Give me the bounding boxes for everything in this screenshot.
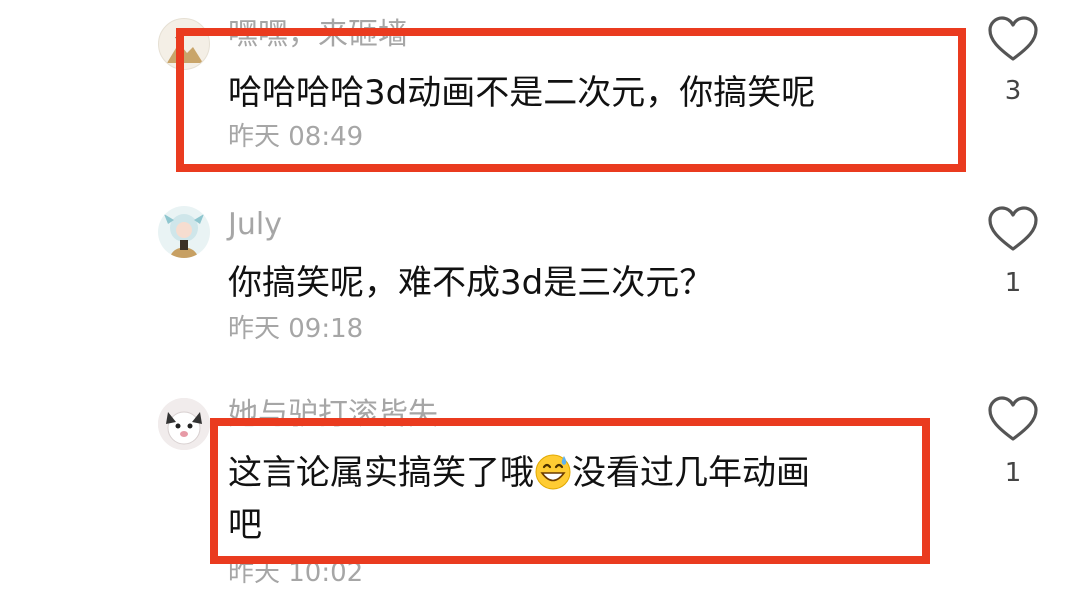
avatar-image-icon	[164, 214, 204, 258]
like-count: 3	[1004, 76, 1022, 106]
avatar[interactable]	[158, 206, 210, 258]
heart-icon	[988, 16, 1038, 61]
highlight-box	[176, 28, 966, 172]
heart-icon	[988, 396, 1038, 441]
like-button[interactable]	[986, 204, 1040, 254]
like-button[interactable]	[986, 14, 1040, 64]
comment-item: July 你搞笑呢，难不成3d是三次元？ 昨天 09:18 1	[0, 190, 1080, 360]
comment-text: 你搞笑呢，难不成3d是三次元？	[228, 263, 714, 303]
like-button[interactable]	[986, 394, 1040, 444]
highlight-box	[210, 418, 930, 564]
avatar-image-icon	[158, 398, 210, 450]
heart-icon	[988, 206, 1038, 251]
comment-timestamp: 昨天 09:18	[228, 314, 364, 344]
comment-username[interactable]: July	[228, 210, 282, 240]
like-count: 1	[1004, 458, 1022, 488]
avatar[interactable]	[158, 398, 210, 450]
like-count: 1	[1004, 268, 1022, 298]
